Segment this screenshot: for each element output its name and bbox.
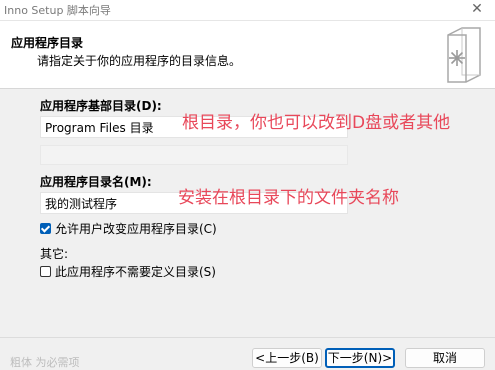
- title-bar: Inno Setup 脚本向导 ✕: [0, 0, 495, 21]
- no-folder-checkbox[interactable]: 此应用程序不需要定义目录(S): [40, 263, 216, 280]
- back-button[interactable]: <上一步(B): [252, 348, 322, 368]
- page-subtitle: 请指定关于你的应用程序的目录信息。: [37, 54, 242, 68]
- cancel-button[interactable]: 取消: [405, 348, 485, 368]
- other-label: 其它:: [40, 247, 69, 261]
- required-note: 粗体 为必需项: [10, 356, 80, 369]
- allow-change-label: 允许用户改变应用程序目录(C): [55, 222, 217, 236]
- page-title: 应用程序目录: [11, 36, 84, 50]
- base-folder-custom-input[interactable]: [40, 145, 348, 165]
- wizard-header: 应用程序目录 请指定关于你的应用程序的目录信息。: [0, 21, 495, 89]
- wizard-icon: [447, 27, 481, 83]
- footer-divider: [0, 337, 495, 338]
- no-folder-label: 此应用程序不需要定义目录(S): [55, 265, 216, 279]
- checkbox-icon[interactable]: [40, 266, 51, 277]
- root-dir-annotation: 根目录，你也可以改到D盘或者其他: [182, 113, 451, 133]
- next-button[interactable]: 下一步(N)>: [325, 348, 395, 368]
- close-icon[interactable]: ✕: [459, 0, 495, 20]
- folder-name-label: 应用程序目录名(M):: [40, 175, 152, 189]
- folder-name-annotation: 安装在根目录下的文件夹名称: [178, 188, 399, 208]
- allow-change-checkbox[interactable]: 允许用户改变应用程序目录(C): [40, 220, 217, 237]
- base-folder-label: 应用程序基部目录(D):: [40, 99, 162, 113]
- window-title: Inno Setup 脚本向导: [4, 4, 111, 17]
- checkbox-icon[interactable]: [40, 223, 51, 234]
